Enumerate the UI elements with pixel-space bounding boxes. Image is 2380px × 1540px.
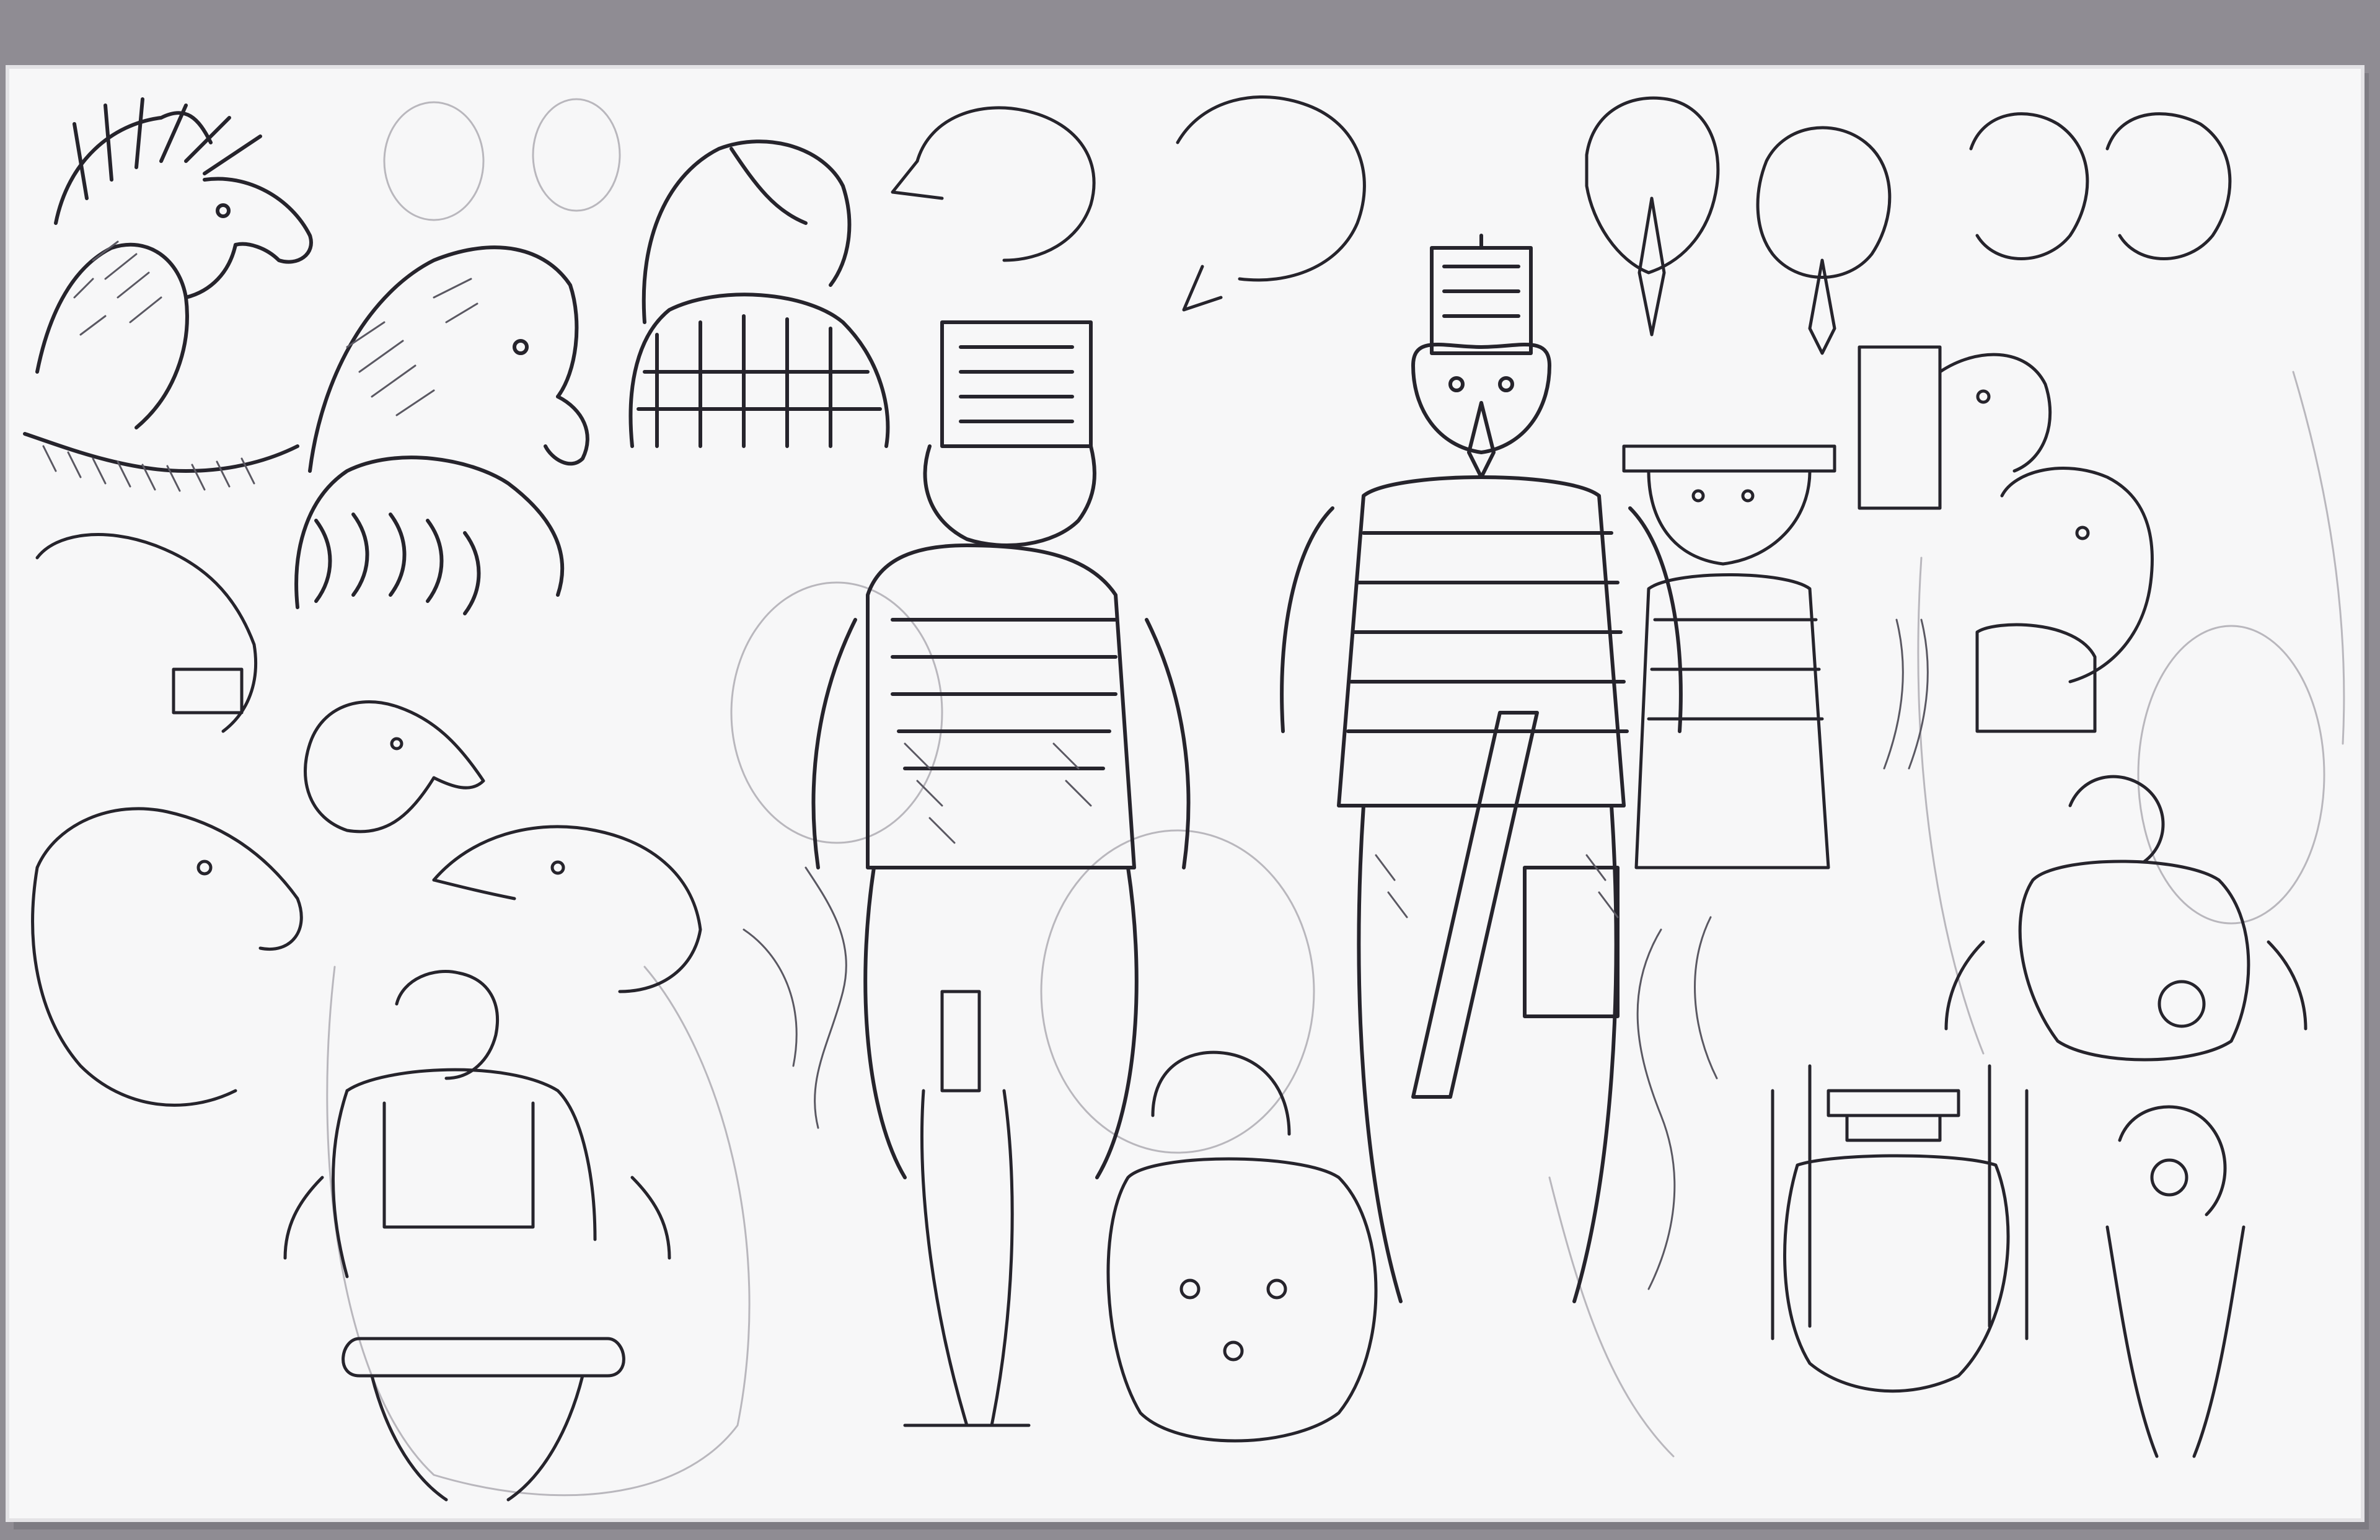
sketchbook-scene <box>0 0 2380 1540</box>
sketchbook-paper <box>7 67 2363 1520</box>
